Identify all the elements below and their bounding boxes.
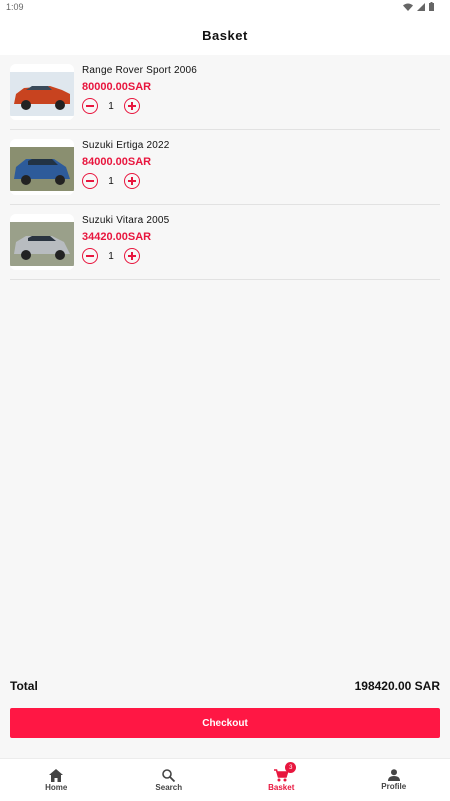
search-icon (162, 769, 175, 782)
increase-quantity-button[interactable] (124, 173, 140, 189)
status-time: 1:09 (6, 2, 24, 12)
basket-list: Range Rover Sport 2006 80000.00SAR 1 Suz… (0, 55, 450, 280)
increase-quantity-button[interactable] (124, 98, 140, 114)
decrease-quantity-button[interactable] (82, 173, 98, 189)
wifi-icon (403, 3, 413, 11)
total-value: 198420.00 SAR (355, 679, 440, 693)
signal-icon (417, 3, 425, 11)
status-icons (403, 2, 434, 11)
battery-icon (429, 2, 434, 11)
decrease-quantity-button[interactable] (82, 98, 98, 114)
page-title: Basket (202, 28, 248, 43)
item-name: Range Rover Sport 2006 (82, 65, 197, 76)
basket-count-badge: 3 (285, 762, 296, 773)
increase-quantity-button[interactable] (124, 248, 140, 264)
quantity-stepper: 1 (82, 248, 140, 264)
basket-item[interactable]: Suzuki Ertiga 2022 84000.00SAR 1 (10, 130, 440, 205)
basket-item[interactable]: Range Rover Sport 2006 80000.00SAR 1 (10, 55, 440, 130)
nav-profile-label: Profile (381, 782, 406, 791)
item-price: 34420.00SAR (82, 231, 151, 243)
status-bar: 1:09 (0, 0, 450, 16)
quantity-stepper: 1 (82, 98, 140, 114)
bottom-navigation: Home Search 3 Basket Profile (0, 758, 450, 801)
nav-basket[interactable]: 3 Basket (225, 759, 338, 801)
item-price: 80000.00SAR (82, 81, 151, 93)
nav-home[interactable]: Home (0, 759, 113, 801)
item-price: 84000.00SAR (82, 156, 151, 168)
nav-basket-label: Basket (268, 783, 294, 792)
checkout-label: Checkout (202, 718, 248, 729)
nav-search[interactable]: Search (113, 759, 226, 801)
item-name: Suzuki Ertiga 2022 (82, 140, 170, 151)
total-row: Total 198420.00 SAR (10, 676, 440, 696)
car-thumbnail (10, 64, 74, 120)
quantity-stepper: 1 (82, 173, 140, 189)
basket-item[interactable]: Suzuki Vitara 2005 34420.00SAR 1 (10, 205, 440, 280)
car-thumbnail (10, 214, 74, 270)
nav-search-label: Search (155, 783, 182, 792)
app-bar: Basket (0, 16, 450, 55)
nav-profile[interactable]: Profile (338, 759, 450, 801)
item-name: Suzuki Vitara 2005 (82, 215, 169, 226)
checkout-button[interactable]: Checkout (10, 708, 440, 738)
total-label: Total (10, 679, 38, 693)
decrease-quantity-button[interactable] (82, 248, 98, 264)
home-icon (49, 769, 63, 782)
person-icon (388, 769, 400, 781)
quantity-value: 1 (98, 251, 124, 262)
nav-home-label: Home (45, 783, 67, 792)
car-thumbnail (10, 139, 74, 195)
quantity-value: 1 (98, 176, 124, 187)
quantity-value: 1 (98, 101, 124, 112)
